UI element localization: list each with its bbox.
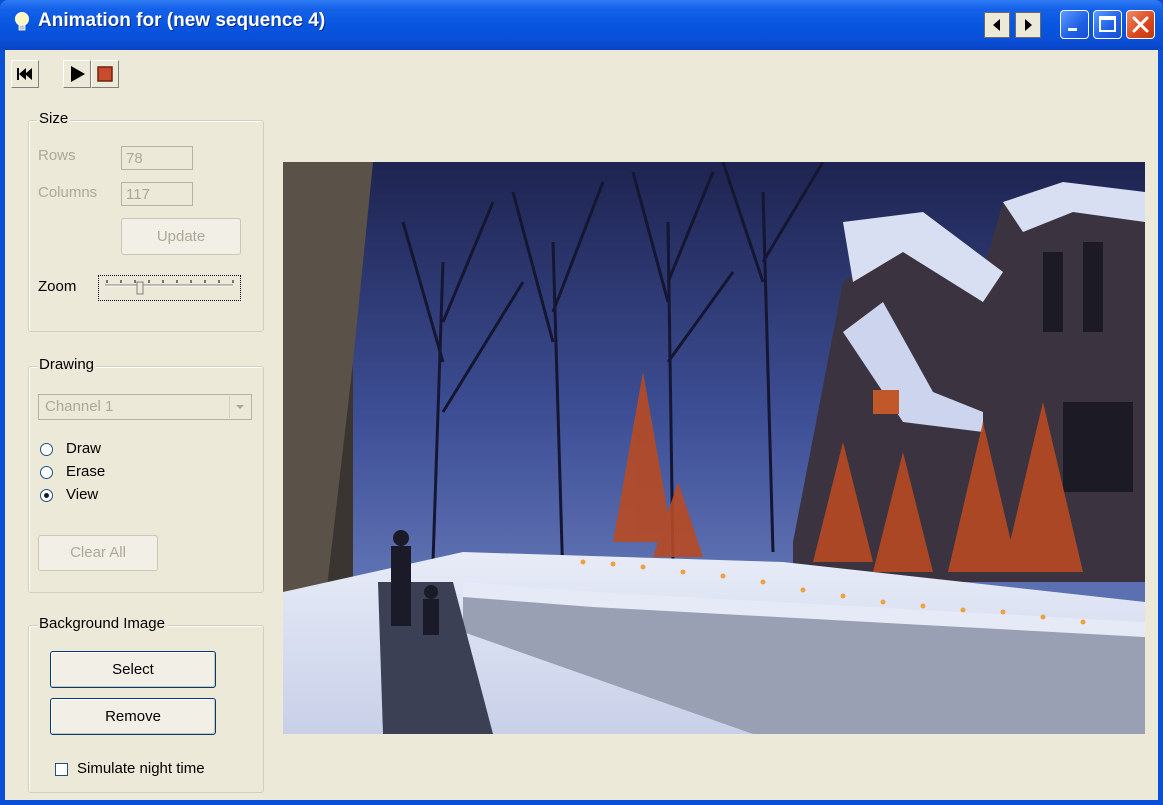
select-button[interactable]: Select: [50, 651, 216, 688]
close-icon: [1132, 16, 1149, 33]
draw-label[interactable]: Draw: [66, 440, 101, 457]
columns-label: Columns: [38, 184, 98, 201]
rewind-icon: [17, 68, 32, 80]
zoom-label: Zoom: [38, 278, 77, 295]
size-legend: Size: [37, 110, 71, 127]
erase-label[interactable]: Erase: [66, 463, 105, 480]
window-title: Animation for (new sequence 4): [38, 10, 326, 31]
channel-select-value: Channel 1: [45, 398, 114, 415]
draw-radio[interactable]: [40, 443, 53, 456]
close-button[interactable]: [1126, 10, 1155, 39]
play-icon: [71, 66, 85, 82]
view-radio[interactable]: [40, 489, 53, 502]
background-image-legend: Background Image: [37, 615, 167, 632]
zoom-slider[interactable]: [98, 275, 241, 301]
rows-label: Rows: [38, 147, 76, 164]
view-label[interactable]: View: [66, 486, 98, 503]
stop-icon: [97, 66, 113, 82]
previous-button[interactable]: [984, 12, 1010, 38]
dialog-client-area: Size Rows Columns Update Zoom: [5, 50, 1158, 800]
chevron-down-icon[interactable]: [229, 396, 250, 418]
rows-label-text: Rows: [38, 147, 76, 164]
remove-button[interactable]: Remove: [50, 698, 216, 735]
simulate-night-checkbox[interactable]: [55, 763, 68, 776]
channel-select[interactable]: Channel 1: [38, 394, 252, 420]
size-group: Size Rows Columns Update Zoom: [28, 110, 264, 332]
clear-all-button[interactable]: Clear All: [38, 535, 158, 571]
title-bar[interactable]: Animation for (new sequence 4): [0, 0, 1163, 50]
drawing-group: Drawing Channel 1 Draw Erase View Clear …: [28, 356, 264, 593]
rows-field[interactable]: [121, 146, 193, 170]
minimize-button[interactable]: [1060, 10, 1089, 39]
zoom-slider-track: [105, 280, 234, 295]
minimize-icon: [1068, 28, 1077, 31]
right-arrow-icon: [1025, 19, 1032, 31]
drawing-legend: Drawing: [37, 356, 97, 373]
maximize-button[interactable]: [1093, 10, 1122, 39]
stop-button[interactable]: [91, 60, 119, 88]
background-image-group: Background Image Select Remove Simulate …: [28, 615, 264, 793]
erase-radio[interactable]: [40, 466, 53, 479]
lightbulb-icon: [15, 12, 29, 31]
maximize-icon: [1099, 16, 1116, 32]
animation-canvas[interactable]: [283, 162, 1145, 734]
next-button[interactable]: [1015, 12, 1041, 38]
play-button[interactable]: [63, 60, 91, 88]
background-image: [283, 162, 1145, 734]
zoom-slider-thumb: [136, 281, 144, 295]
animation-window: Animation for (new sequence 4) Size Rows…: [0, 0, 1163, 805]
rewind-button[interactable]: [11, 60, 39, 88]
columns-field[interactable]: [121, 182, 193, 206]
update-button[interactable]: Update: [121, 218, 241, 255]
left-arrow-icon: [993, 19, 1000, 31]
simulate-night-label[interactable]: Simulate night time: [77, 760, 205, 777]
